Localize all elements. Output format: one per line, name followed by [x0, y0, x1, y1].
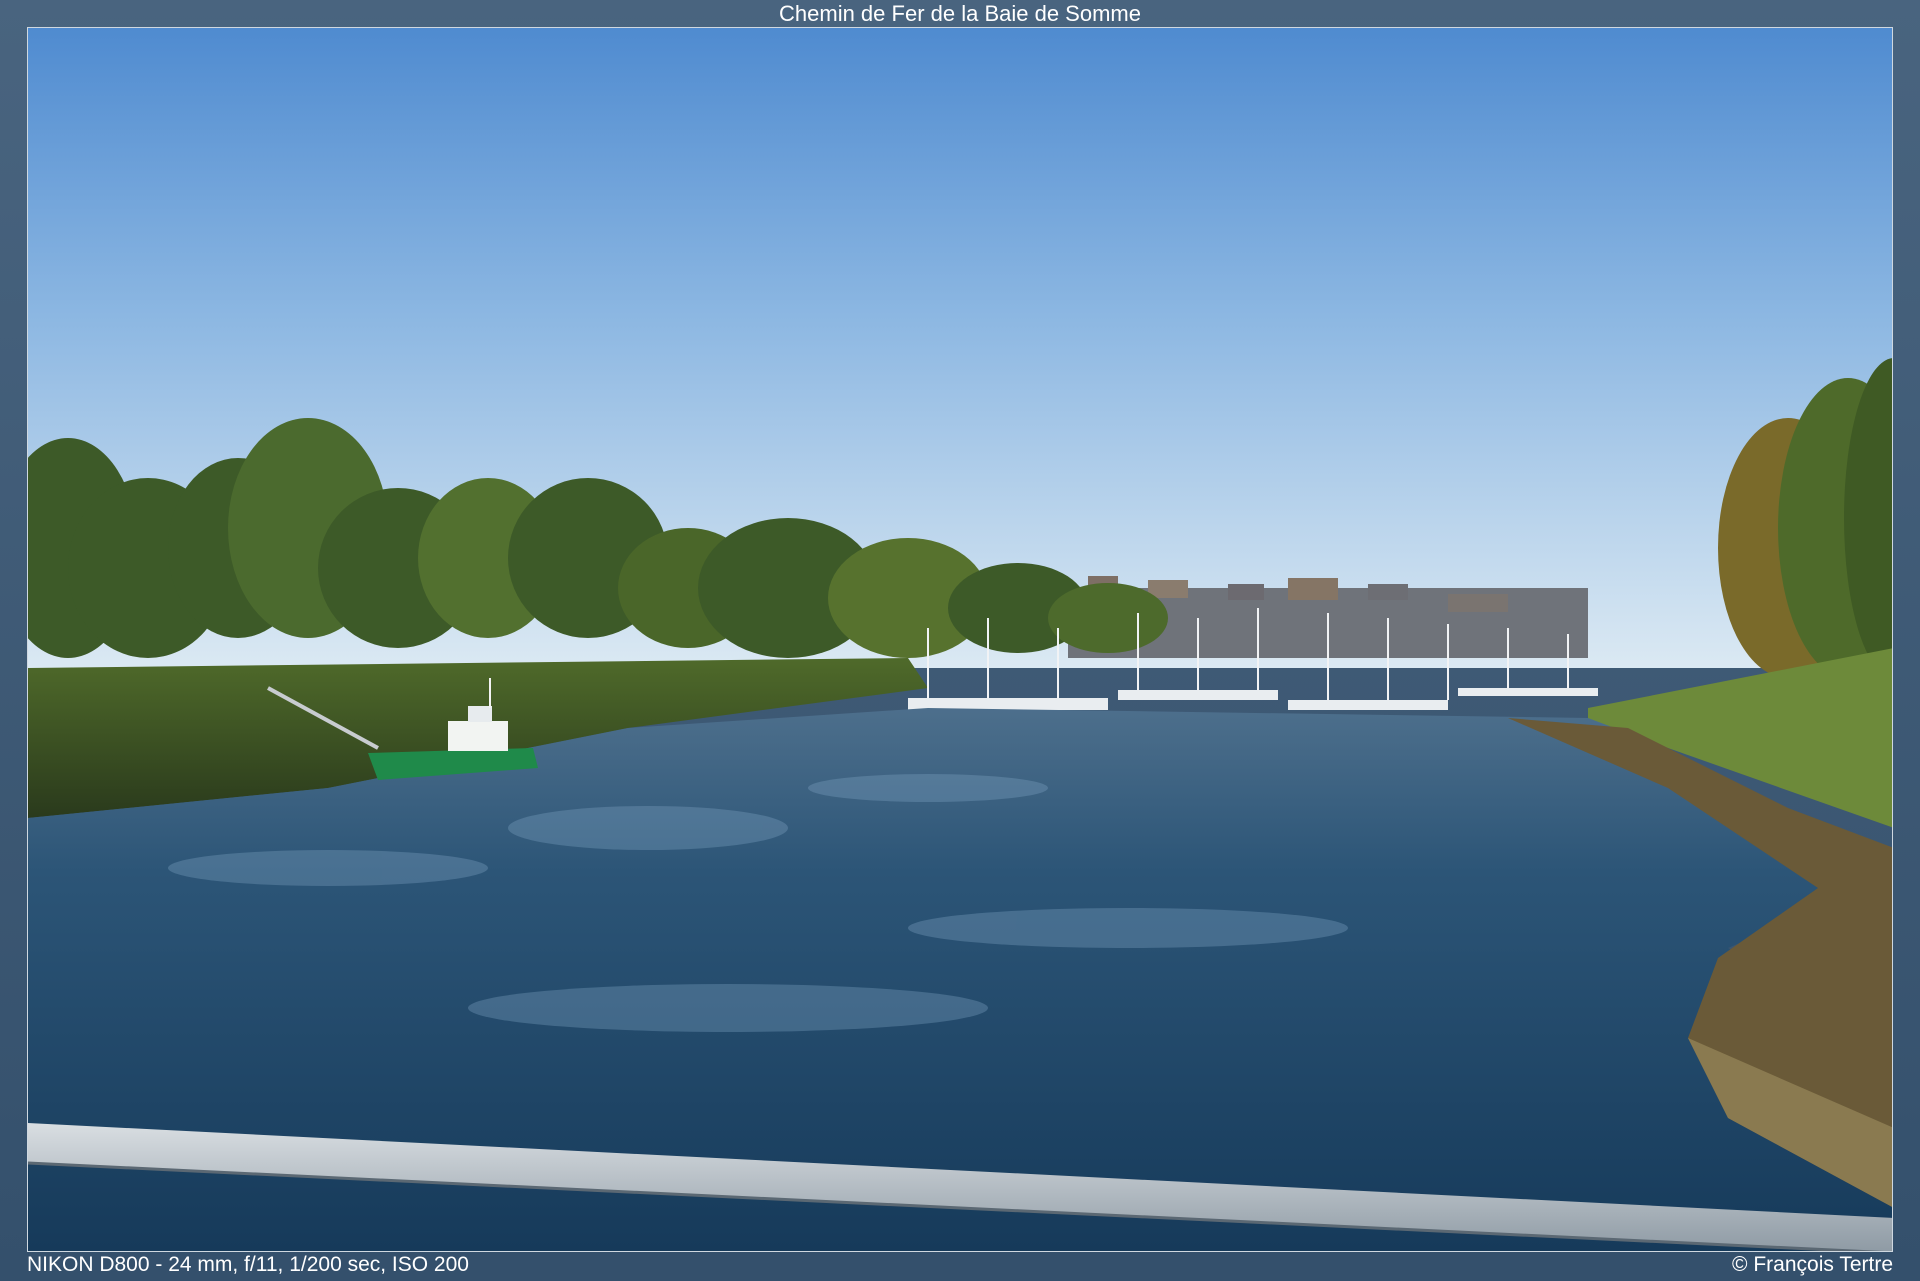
photo-frame: Chemin de Fer de la Baie de Somme NIKON …: [0, 0, 1920, 1281]
photograph: [27, 27, 1893, 1252]
exif-caption: NIKON D800 - 24 mm, f/11, 1/200 sec, ISO…: [27, 1253, 469, 1276]
copyright-caption: © François Tertre: [1732, 1253, 1893, 1276]
photo-title: Chemin de Fer de la Baie de Somme: [779, 1, 1141, 26]
marina: [908, 688, 1598, 710]
